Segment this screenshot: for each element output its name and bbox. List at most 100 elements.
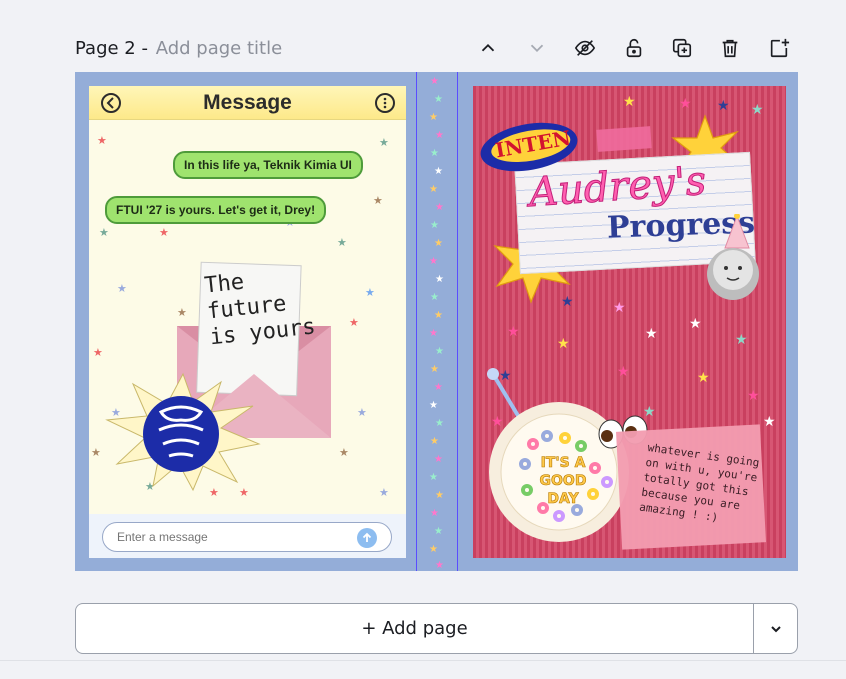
svg-text:★: ★ (434, 526, 443, 537)
svg-text:★: ★ (623, 94, 636, 110)
message-header: Message (89, 86, 406, 120)
svg-text:★: ★ (429, 328, 438, 339)
svg-text:★: ★ (379, 486, 389, 499)
svg-text:★: ★ (697, 370, 710, 386)
svg-text:★: ★ (91, 446, 101, 459)
svg-text:★: ★ (429, 472, 438, 483)
svg-text:★: ★ (159, 226, 169, 239)
svg-text:★: ★ (97, 134, 107, 147)
svg-text:★: ★ (645, 326, 658, 342)
svg-text:★: ★ (430, 220, 439, 231)
svg-text:★: ★ (434, 238, 443, 249)
progress-poster[interactable]: ★ ★ ★ ★ ★ ★ ★ ★ ★ ★ ★ ★ ★ ★ ★ ★ ★ ★ INTEN Audrey'… (473, 86, 786, 558)
svg-text:★: ★ (435, 490, 444, 501)
svg-text:★: ★ (751, 102, 764, 118)
chevron-down-icon (770, 625, 781, 632)
lock-page-button[interactable] (620, 34, 648, 62)
move-page-up-button[interactable] (474, 34, 502, 62)
star-ribbon: ★ ★ ★ ★ ★ ★ ★ ★ ★ ★ ★ ★ ★ ★ ★ ★ ★ ★ ★ ★ ★ ★ ★ ★ ★ ★ ★… (429, 76, 444, 571)
message-bubble: FTUI '27 is yours. Let's get it, Drey! (105, 196, 327, 224)
svg-text:★: ★ (430, 364, 439, 375)
svg-text:★: ★ (93, 346, 103, 359)
page-number: Page 2 - (75, 38, 154, 59)
svg-text:★: ★ (99, 226, 109, 239)
lock-icon (626, 38, 642, 58)
svg-text:★: ★ (717, 98, 730, 114)
page-header: Page 2 - Add page title (75, 30, 797, 66)
svg-text:★: ★ (507, 324, 520, 340)
svg-text:★: ★ (365, 286, 375, 299)
svg-text:★: ★ (434, 454, 443, 465)
svg-text:★: ★ (429, 184, 438, 195)
add-page-icon (770, 38, 790, 58)
svg-text:★: ★ (429, 112, 438, 123)
add-page-options-button[interactable] (753, 603, 798, 654)
svg-text:★: ★ (379, 136, 389, 149)
svg-text:★: ★ (339, 446, 349, 459)
pink-tape (596, 126, 652, 152)
svg-text:★: ★ (429, 256, 438, 267)
svg-text:★: ★ (349, 316, 359, 329)
page-divider-left (416, 72, 417, 571)
svg-text:★: ★ (557, 336, 570, 352)
phone-mockup[interactable]: ★★ ★★ ★★ ★★ ★★ ★★ ★★ ★★ ★★ ★★ Message In… (89, 86, 406, 558)
svg-text:★: ★ (430, 76, 439, 87)
message-title: Message (203, 91, 292, 114)
svg-text:★: ★ (430, 508, 439, 519)
handwritten-note: The future is yours (203, 263, 317, 352)
svg-text:★: ★ (435, 560, 444, 571)
svg-text:★: ★ (434, 382, 443, 393)
cereal-text: IT'S A GOOD DAY (523, 454, 603, 508)
duplicate-icon (672, 38, 692, 58)
svg-text:★: ★ (430, 436, 439, 447)
more-vertical-icon (383, 97, 387, 109)
cereal-line: IT'S A (540, 455, 586, 472)
page-label: Page 2 - Add page title (75, 38, 282, 59)
svg-text:★: ★ (434, 310, 443, 321)
svg-text:★: ★ (357, 406, 367, 419)
page-title-input[interactable]: Add page title (156, 38, 282, 59)
svg-text:★: ★ (434, 166, 443, 177)
page-divider-right (457, 72, 458, 571)
university-emblem (105, 372, 261, 492)
svg-text:★: ★ (435, 274, 444, 285)
svg-text:★: ★ (763, 414, 776, 430)
chevron-up-icon (481, 43, 495, 52)
add-page-button[interactable]: + Add page (75, 603, 753, 654)
baby-photo (707, 214, 759, 300)
cereal-line: GOOD DAY (539, 473, 587, 508)
hide-page-button[interactable] (571, 34, 599, 62)
svg-text:★: ★ (747, 388, 760, 404)
more-options-button[interactable] (375, 93, 395, 113)
svg-text:★: ★ (117, 282, 127, 295)
design-canvas[interactable]: ★ ★ ★ ★ ★ ★ ★ ★ ★ ★ ★ ★ ★ ★ ★ ★ ★ ★ ★ ★ Message In… (75, 72, 798, 571)
svg-text:★: ★ (679, 96, 692, 112)
svg-text:★: ★ (435, 130, 444, 141)
svg-text:★: ★ (429, 544, 438, 555)
svg-text:★: ★ (735, 332, 748, 348)
svg-text:★: ★ (434, 94, 443, 105)
svg-text:★: ★ (435, 202, 444, 213)
bottom-divider (0, 660, 846, 661)
send-button[interactable] (357, 528, 377, 548)
eye-off-icon (574, 40, 596, 56)
svg-text:★: ★ (373, 194, 383, 207)
message-bubble: In this life ya, Teknik Kimia UI (173, 151, 363, 179)
svg-text:★: ★ (430, 148, 439, 159)
svg-text:★: ★ (429, 400, 438, 411)
arrow-up-icon (362, 532, 372, 542)
svg-text:★: ★ (689, 316, 702, 332)
delete-page-button[interactable] (716, 34, 744, 62)
message-input-area (89, 514, 406, 558)
svg-text:★: ★ (337, 236, 347, 249)
svg-text:★: ★ (435, 418, 444, 429)
duplicate-page-button[interactable] (668, 34, 696, 62)
add-page-after-button[interactable] (765, 34, 793, 62)
move-page-down-button[interactable] (523, 34, 551, 62)
svg-text:★: ★ (435, 346, 444, 357)
svg-text:★: ★ (613, 300, 626, 316)
svg-text:★: ★ (430, 292, 439, 303)
chevron-down-icon (530, 44, 544, 53)
trash-icon (722, 39, 738, 58)
message-input[interactable] (102, 522, 392, 552)
